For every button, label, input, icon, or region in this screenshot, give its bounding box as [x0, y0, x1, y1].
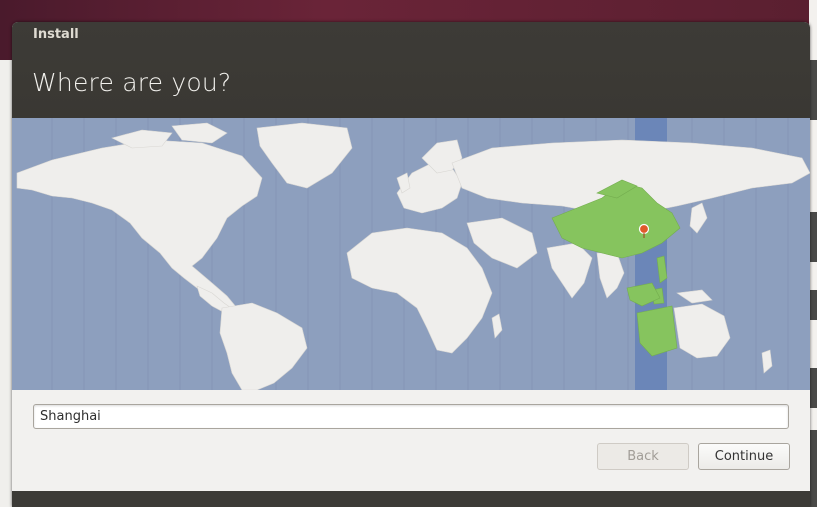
background-window-edge	[809, 0, 817, 507]
continue-button[interactable]: Continue	[698, 443, 790, 470]
window-title: Install	[33, 27, 79, 42]
world-landmass	[16, 122, 810, 390]
installer-window: Install Where are you? Shanghai Back Con…	[12, 22, 810, 507]
timezone-map[interactable]	[12, 118, 810, 390]
window-footer-bar	[12, 491, 810, 507]
page-heading: Where are you?	[32, 68, 232, 97]
back-button[interactable]: Back	[597, 443, 689, 470]
window-header: Install Where are you?	[12, 22, 810, 118]
location-input[interactable]	[33, 404, 789, 429]
